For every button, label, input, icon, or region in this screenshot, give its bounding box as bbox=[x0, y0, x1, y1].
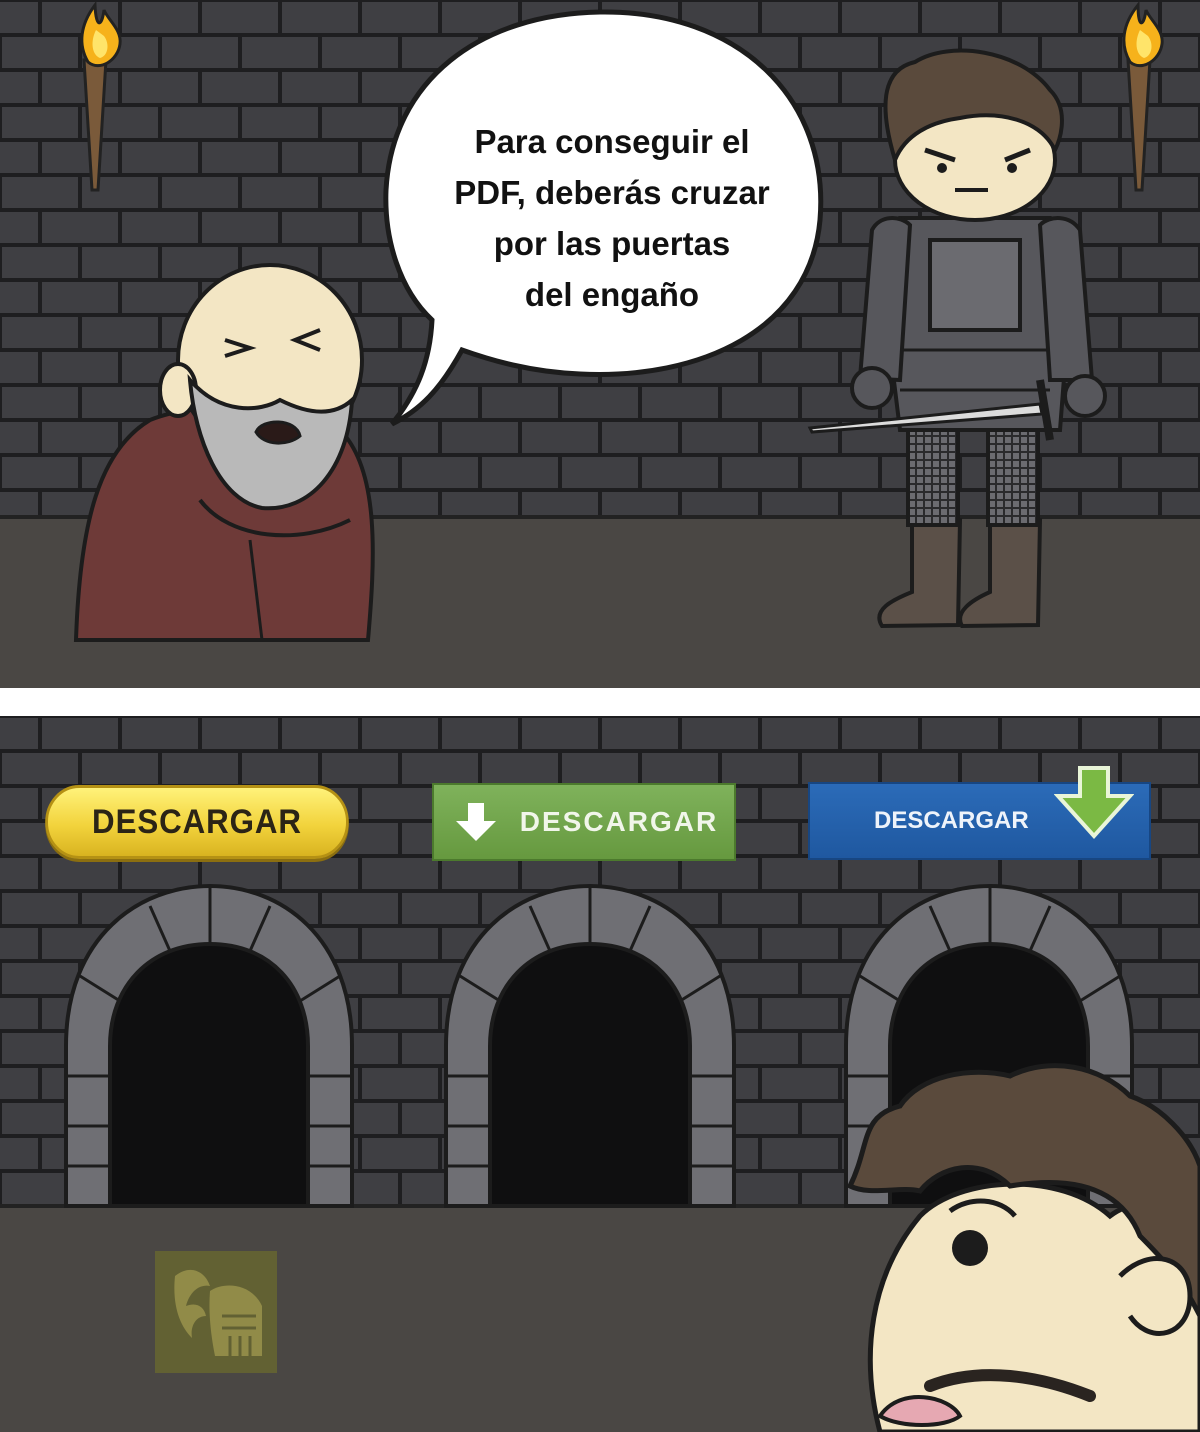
speech-line: del engaño bbox=[524, 276, 700, 313]
watermark-knight-icon bbox=[155, 1251, 277, 1373]
download-button-yellow[interactable]: DESCARGAR bbox=[45, 785, 349, 859]
doorway-left bbox=[64, 883, 354, 1208]
download-button-label: DESCARGAR bbox=[519, 806, 719, 837]
top-panel-scene bbox=[0, 0, 1200, 688]
download-button-label: DESCARGAR bbox=[92, 802, 302, 841]
comic-panel-bottom: DESCARGAR DESCARGAR DESCARGAR bbox=[0, 716, 1200, 1432]
speech-line: por las puertas bbox=[493, 225, 731, 262]
knight-face-closeup bbox=[846, 1063, 1200, 1432]
download-button-green[interactable]: DESCARGAR bbox=[432, 783, 736, 861]
speech-line: PDF, deberás cruzar bbox=[454, 174, 770, 211]
comic-panel-top: Para conseguir el PDF, deberás cruzar po… bbox=[0, 0, 1200, 688]
arrow-down-icon bbox=[456, 803, 496, 841]
arrow-down-icon bbox=[1054, 766, 1134, 839]
speech-line: Para conseguir el bbox=[474, 123, 750, 160]
download-button-label: DESCARGAR bbox=[874, 807, 1029, 834]
doorway-middle bbox=[444, 883, 736, 1208]
download-button-blue[interactable]: DESCARGAR bbox=[808, 766, 1151, 860]
speech-text: Para conseguir el PDF, deberás cruzar po… bbox=[418, 116, 806, 320]
